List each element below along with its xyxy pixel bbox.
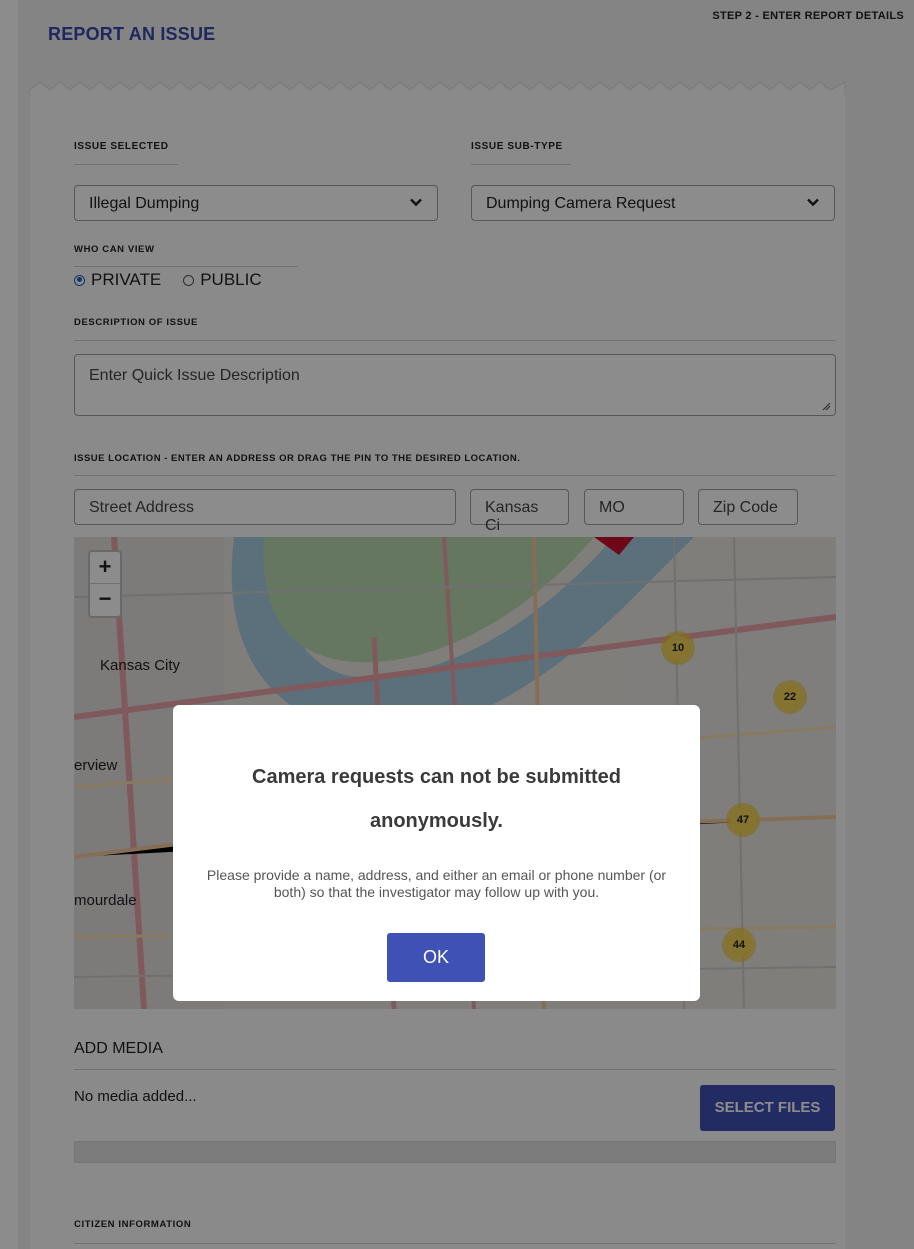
alert-dialog: Camera requests can not be submitted ano… [173,705,700,1001]
dialog-title: Camera requests can not be submitted ano… [252,766,621,832]
dialog-message: Please provide a name, address, and eith… [206,867,667,900]
modal-backdrop[interactable] [0,0,914,1249]
ok-button[interactable]: OK [387,933,485,982]
